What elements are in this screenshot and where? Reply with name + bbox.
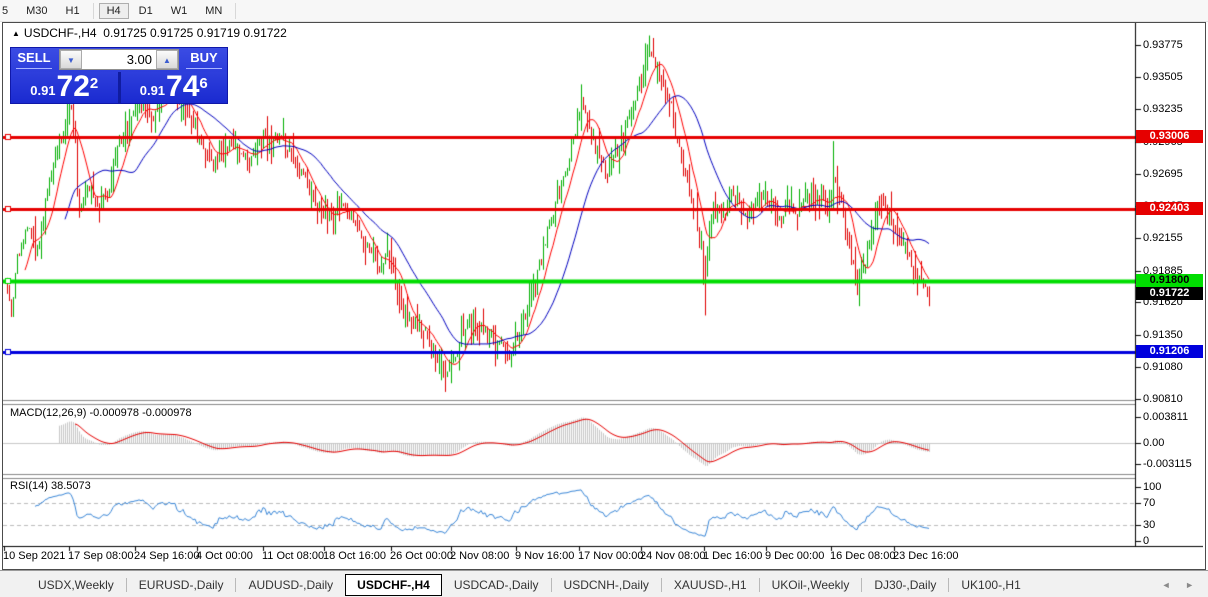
hline-label-resistance-lower: 0.92403 (1136, 202, 1203, 215)
toolbar-separator (93, 3, 94, 19)
price-axis-tick: 0.90810 (1143, 393, 1183, 405)
volume-stepper: ▼ ▲ (59, 49, 179, 70)
chart-tab-uk100-h1[interactable]: UK100-,H1 (949, 574, 1032, 596)
time-axis-label: 17 Nov 00:00 (578, 550, 643, 562)
macd-axis-tick: 0.003811 (1143, 411, 1188, 423)
chart-tab-usdx-weekly[interactable]: USDX,Weekly (26, 574, 126, 596)
time-axis-label: 10 Sep 2021 (3, 550, 65, 562)
hline-label-support-green: 0.91800 (1136, 274, 1203, 287)
timeframe-button-h4[interactable]: H4 (99, 3, 129, 19)
price-axis-tick: 0.93235 (1143, 103, 1183, 115)
chart-tab-audusd-daily[interactable]: AUDUSD-,Daily (236, 574, 345, 596)
chart-tab-usdchf-h4[interactable]: USDCHF-,H4 (345, 574, 442, 596)
time-axis-label: 16 Dec 08:00 (830, 550, 895, 562)
volume-decrease-button[interactable]: ▼ (60, 50, 82, 69)
chart-ohlc-values: 0.91725 0.91725 0.91719 0.91722 (103, 26, 287, 40)
mt4-terminal: 5M30H1 H4D1W1MN ▲ USDCHF-,H4 0.91725 0.917… (0, 0, 1208, 597)
chart-window: ▲ USDCHF-,H4 0.91725 0.91725 0.91719 0.91… (2, 22, 1206, 570)
timeframe-button-h1[interactable]: H1 (58, 3, 88, 19)
rsi-axis-tick: 100 (1143, 481, 1161, 493)
sell-underline (16, 68, 52, 69)
buy-price-sup: 6 (199, 75, 207, 92)
price-axis-tick: 0.91080 (1143, 361, 1183, 373)
macd-axis-tick: 0.00 (1143, 437, 1164, 449)
chart-overlay: ▲ USDCHF-,H4 0.91725 0.91725 0.91719 0.91… (3, 23, 1205, 569)
buy-button[interactable]: BUY (181, 48, 227, 71)
volume-increase-button[interactable]: ▲ (156, 50, 178, 69)
time-axis-label: 24 Nov 08:00 (640, 550, 705, 562)
chart-tab-ukoil-weekly[interactable]: UKOil-,Weekly (760, 574, 862, 596)
tab-scroll-arrows[interactable]: ◄ ► (1162, 580, 1200, 590)
timeframe-button-m30[interactable]: M30 (18, 3, 55, 19)
chart-title: ▲ USDCHF-,H4 0.91725 0.91725 0.91719 0.91… (12, 26, 287, 40)
sell-price-button[interactable]: 0.91722 (11, 72, 118, 103)
time-axis-label: 26 Oct 00:00 (390, 550, 453, 562)
timeframe-button-mn[interactable]: MN (197, 3, 230, 19)
buy-price-big: 74 (166, 73, 199, 101)
price-axis-tick: 0.93775 (1143, 39, 1183, 51)
sell-price-big: 72 (57, 73, 90, 101)
time-axis-label: 2 Nov 08:00 (450, 550, 509, 562)
chart-tab-usdcad-daily[interactable]: USDCAD-,Daily (442, 574, 551, 596)
sell-price-small: 0.91 (30, 83, 55, 98)
timeframe-toolbar: 5M30H1 H4D1W1MN (0, 0, 1208, 22)
hline-label-support-blue: 0.91206 (1136, 345, 1203, 358)
rsi-axis-tick: 0 (1143, 535, 1149, 547)
time-axis-label: 24 Sep 16:00 (134, 550, 199, 562)
toolbar-separator (235, 3, 236, 19)
timeframe-button-w1[interactable]: W1 (163, 3, 196, 19)
time-axis-label: 23 Dec 16:00 (893, 550, 958, 562)
rsi-axis-tick: 30 (1143, 519, 1155, 531)
buy-price-button[interactable]: 0.91746 (121, 72, 228, 103)
time-axis-label: 9 Dec 00:00 (765, 550, 824, 562)
chart-tab-dj30-daily[interactable]: DJ30-,Daily (862, 574, 948, 596)
hline-label-resistance-upper: 0.93006 (1136, 130, 1203, 143)
buy-price-small: 0.91 (140, 83, 165, 98)
buy-underline (186, 68, 222, 69)
time-axis-label: 18 Oct 16:00 (323, 550, 386, 562)
timeframe-button-d1[interactable]: D1 (131, 3, 161, 19)
price-axis-tick: 0.91350 (1143, 329, 1183, 341)
chart-tab-eurusd-daily[interactable]: EURUSD-,Daily (127, 574, 236, 596)
sell-button[interactable]: SELL (11, 48, 57, 71)
chart-tab-usdcnh-daily[interactable]: USDCNH-,Daily (552, 574, 661, 596)
time-axis-label: 9 Nov 16:00 (515, 550, 574, 562)
chart-tab-xauusd-h1[interactable]: XAUUSD-,H1 (662, 574, 759, 596)
volume-input[interactable] (82, 50, 156, 69)
time-axis-label: 4 Oct 00:00 (196, 550, 253, 562)
collapse-triangle-icon[interactable]: ▲ (12, 29, 20, 38)
rsi-indicator-label: RSI(14) 38.5073 (10, 480, 91, 492)
sell-price-sup: 2 (90, 75, 98, 92)
time-axis-label: 17 Sep 08:00 (68, 550, 133, 562)
price-axis-tick: 0.92155 (1143, 232, 1183, 244)
timeframe-button-5[interactable]: 5 (0, 3, 16, 19)
spinner-down-icon: ▼ (67, 56, 75, 65)
price-axis-tick: 0.93505 (1143, 71, 1183, 83)
macd-indicator-label: MACD(12,26,9) -0.000978 -0.000978 (10, 407, 192, 419)
spinner-up-icon: ▲ (163, 56, 171, 65)
macd-axis-tick: -0.003115 (1143, 458, 1192, 470)
chart-tab-bar: USDX,WeeklyEURUSD-,DailyAUDUSD-,DailyUSD… (0, 570, 1208, 597)
chart-symbol-label: USDCHF-,H4 (24, 26, 97, 40)
price-axis-tick: 0.92695 (1143, 168, 1183, 180)
current-price-label: 0.91722 (1136, 287, 1203, 300)
one-click-trading-panel: SELL ▼ ▲ BUY 0.91722 0.91746 (10, 47, 228, 104)
time-axis-label: 11 Oct 08:00 (262, 550, 324, 562)
time-axis-label: 1 Dec 16:00 (703, 550, 762, 562)
rsi-axis-tick: 70 (1143, 497, 1155, 509)
